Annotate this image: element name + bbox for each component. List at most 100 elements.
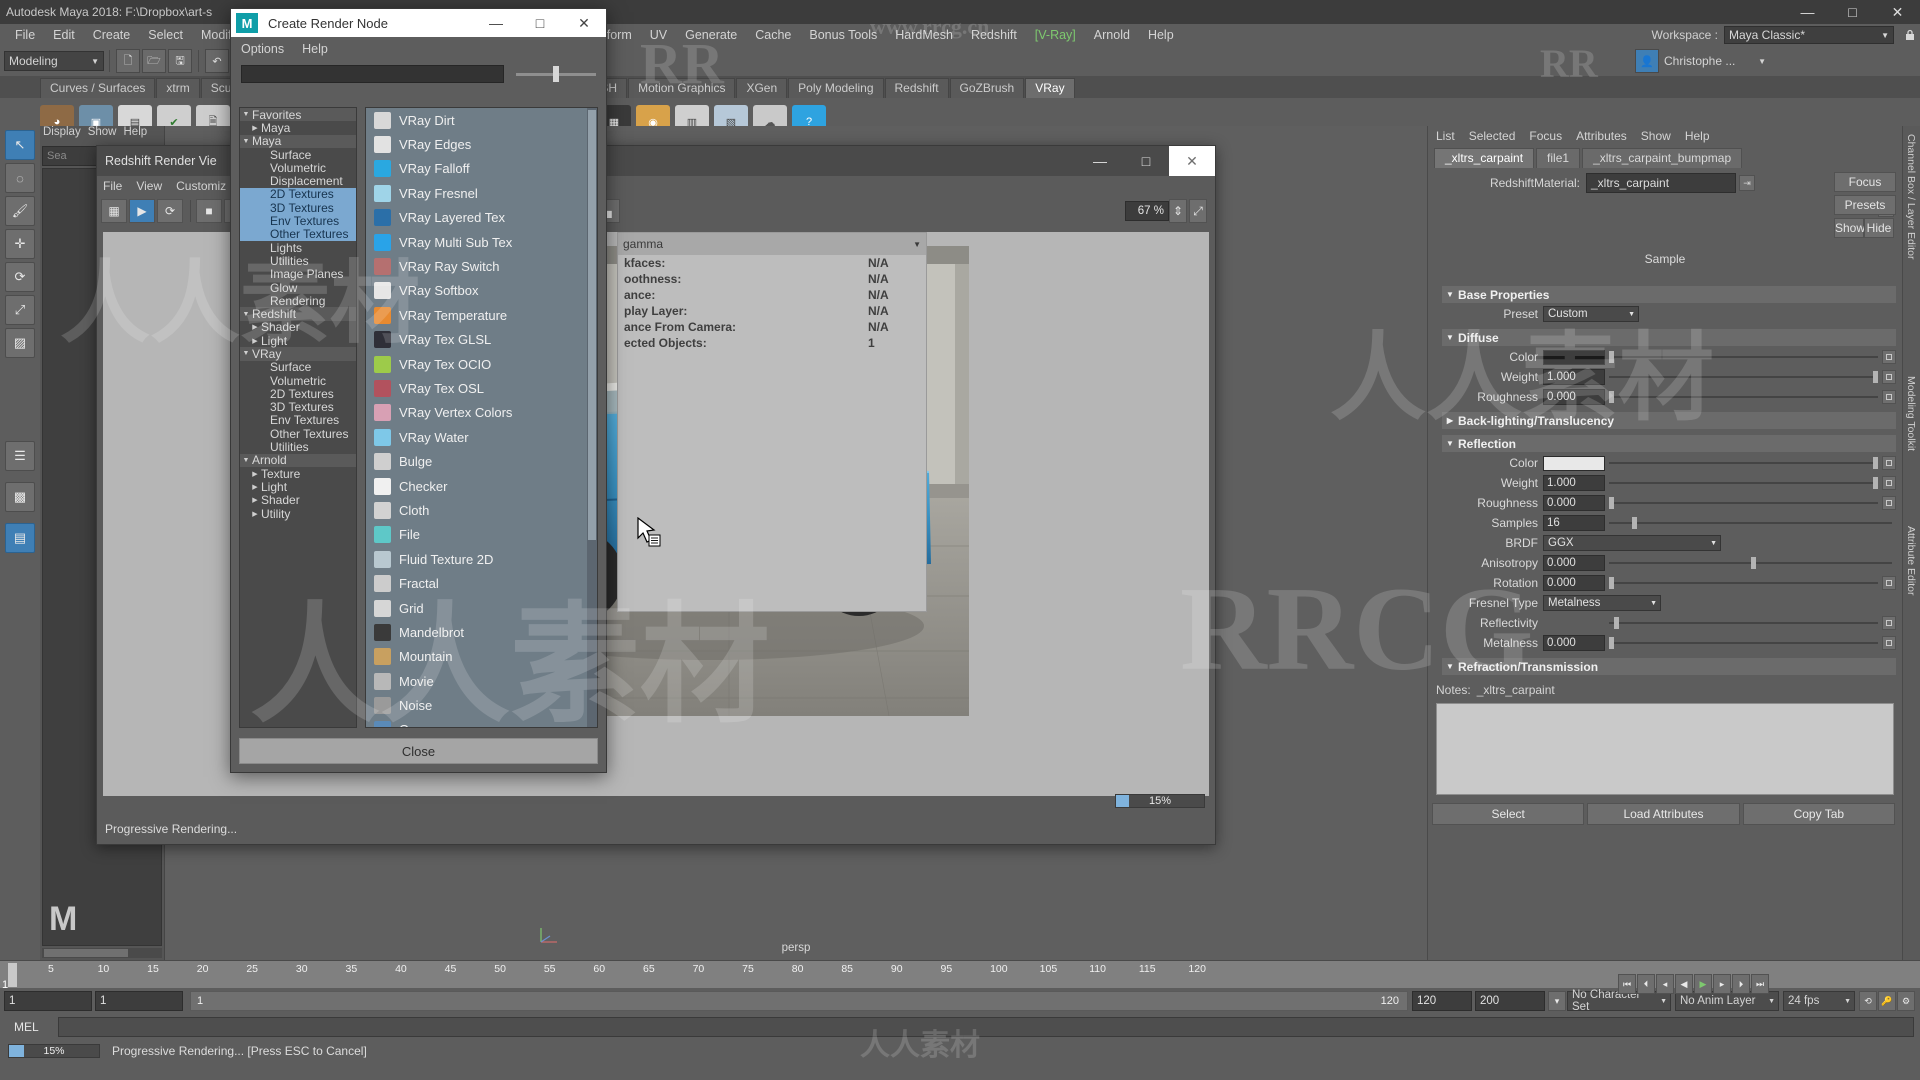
- crn-maximize-button[interactable]: □: [518, 15, 562, 31]
- crn-tree-item[interactable]: Rendering: [240, 294, 356, 307]
- reflection-weight-map-button[interactable]: [1882, 476, 1896, 490]
- fresnel-type-combo[interactable]: Metalness ▼: [1543, 595, 1661, 611]
- crn-tree-item[interactable]: ▼VRay: [240, 347, 356, 360]
- section-base-properties[interactable]: ▼ Base Properties: [1442, 286, 1896, 303]
- shelf-tab-motion-graphics[interactable]: Motion Graphics: [628, 78, 735, 98]
- crn-tree-item[interactable]: ▶Shader: [240, 494, 356, 507]
- menu-item-hardmesh[interactable]: HardMesh: [886, 24, 962, 46]
- crn-search-input[interactable]: [241, 65, 504, 83]
- diffuse-roughness-input[interactable]: 0.000: [1543, 389, 1605, 405]
- diffuse-weight-input[interactable]: 1.000: [1543, 369, 1605, 385]
- menuset-combo[interactable]: Modeling ▼: [4, 51, 104, 71]
- outliner-hscrollbar[interactable]: [42, 948, 162, 958]
- range-end-input[interactable]: 200: [1475, 991, 1545, 1011]
- crn-node-item[interactable]: VRay Edges: [366, 132, 597, 156]
- render-start-icon[interactable]: ▶: [129, 199, 155, 223]
- reflectivity-map-button[interactable]: [1882, 616, 1896, 630]
- crn-tree-item[interactable]: ▼Favorites: [240, 108, 356, 121]
- shelf-tab-poly-modeling[interactable]: Poly Modeling: [788, 78, 883, 98]
- workspace-combo[interactable]: Maya Classic* ▼: [1724, 26, 1894, 44]
- shelf-tab-vray[interactable]: VRay: [1025, 78, 1074, 98]
- section-refraction[interactable]: ▼ Refraction/Transmission: [1442, 658, 1896, 675]
- step-forward-key-button[interactable]: ▸: [1713, 974, 1731, 994]
- crn-tree-item[interactable]: ▶Maya: [240, 121, 356, 134]
- crn-tree-item[interactable]: Surface: [240, 148, 356, 161]
- crn-tree-item[interactable]: Displacement: [240, 174, 356, 187]
- crn-node-item[interactable]: VRay Tex OCIO: [366, 352, 597, 376]
- render-view-close-button[interactable]: ✕: [1169, 146, 1215, 176]
- window-maximize-button[interactable]: □: [1830, 0, 1875, 24]
- render-view-maximize-button[interactable]: □: [1123, 153, 1169, 169]
- crn-node-item[interactable]: Fluid Texture 2D: [366, 547, 597, 571]
- menu-item-help[interactable]: Help: [1139, 24, 1183, 46]
- crn-node-item[interactable]: VRay Layered Tex: [366, 206, 597, 230]
- crn-icon-size-slider[interactable]: [516, 65, 596, 83]
- crn-node-item[interactable]: VRay Falloff: [366, 157, 597, 181]
- crn-tree-item[interactable]: Other Textures: [240, 427, 356, 440]
- crn-node-item[interactable]: VRay Tex GLSL: [366, 328, 597, 352]
- crn-tree-item[interactable]: ▶Texture: [240, 467, 356, 480]
- crn-close-button-bottom[interactable]: Close: [239, 738, 598, 764]
- section-back-lighting[interactable]: ▶ Back-lighting/Translucency: [1442, 412, 1896, 429]
- section-reflection[interactable]: ▼ Reflection: [1442, 435, 1896, 452]
- scale-tool[interactable]: ⤢: [5, 295, 35, 325]
- save-scene-icon[interactable]: 🖫: [168, 49, 192, 73]
- hypershade-toggle[interactable]: ▩: [5, 482, 35, 512]
- crn-node-item[interactable]: Bulge: [366, 449, 597, 473]
- ae-menu-list[interactable]: List: [1436, 129, 1455, 143]
- menu-item-vray[interactable]: [V-Ray]: [1026, 24, 1085, 46]
- render-zoom-input[interactable]: 67 %: [1125, 201, 1169, 221]
- render-refresh-icon[interactable]: ⟳: [157, 199, 183, 223]
- shelf-tab-curves-surfaces[interactable]: Curves / Surfaces: [40, 78, 155, 98]
- crn-tree-item[interactable]: Utilities: [240, 440, 356, 453]
- crn-tree-item[interactable]: ▼Maya: [240, 135, 356, 148]
- render-stop-icon[interactable]: ■: [196, 199, 222, 223]
- crn-node-item[interactable]: VRay Multi Sub Tex: [366, 230, 597, 254]
- diffuse-color-slider[interactable]: [1609, 349, 1878, 365]
- rotate-tool[interactable]: ⟳: [5, 262, 35, 292]
- material-name-input[interactable]: _xltrs_carpaint: [1586, 173, 1736, 193]
- paint-select-tool[interactable]: 🖌: [5, 196, 35, 226]
- reflection-weight-slider[interactable]: [1609, 475, 1878, 491]
- ae-menu-selected[interactable]: Selected: [1469, 129, 1516, 143]
- lock-icon[interactable]: [1900, 25, 1920, 45]
- presets-button[interactable]: Presets: [1834, 195, 1896, 215]
- crn-tree-item[interactable]: ▶Utility: [240, 507, 356, 520]
- outliner-toggle[interactable]: ☰: [5, 441, 35, 471]
- outliner-menu-help[interactable]: Help: [124, 126, 148, 144]
- crn-tree-item[interactable]: Env Textures: [240, 414, 356, 427]
- reflection-color-swatch[interactable]: [1543, 456, 1605, 471]
- crn-tree-item[interactable]: Utilities: [240, 254, 356, 267]
- dock-tab-channel-box[interactable]: Channel Box / Layer Editor: [1905, 134, 1917, 260]
- crn-tree-item[interactable]: Surface: [240, 361, 356, 374]
- menu-item-select[interactable]: Select: [139, 24, 192, 46]
- crn-node-item[interactable]: VRay Dirt: [366, 108, 597, 132]
- new-scene-icon[interactable]: 🗋: [116, 49, 140, 73]
- crn-tree-item[interactable]: ▼Arnold: [240, 454, 356, 467]
- hide-button[interactable]: Hide: [1864, 218, 1894, 238]
- crn-node-item[interactable]: VRay Fresnel: [366, 181, 597, 205]
- reflection-weight-input[interactable]: 1.000: [1543, 475, 1605, 491]
- shelf-tab-redshift[interactable]: Redshift: [885, 78, 949, 98]
- crn-node-item[interactable]: VRay Tex OSL: [366, 376, 597, 400]
- anisotropy-input[interactable]: 0.000: [1543, 555, 1605, 571]
- load-attributes-button[interactable]: Load Attributes: [1587, 803, 1739, 825]
- diffuse-roughness-map-button[interactable]: [1882, 390, 1896, 404]
- anim-prefs-icon[interactable]: ⚙: [1897, 991, 1915, 1011]
- ae-tab-carpaint-bumpmap[interactable]: _xltrs_carpaint_bumpmap: [1582, 148, 1742, 168]
- ae-menu-focus[interactable]: Focus: [1529, 129, 1562, 143]
- anim-start-input[interactable]: 1: [95, 991, 183, 1011]
- step-back-key-button[interactable]: ◂: [1656, 974, 1674, 994]
- crn-tree-item[interactable]: ▶Shader: [240, 321, 356, 334]
- crn-node-item[interactable]: Fractal: [366, 571, 597, 595]
- menu-item-arnold[interactable]: Arnold: [1085, 24, 1139, 46]
- render-view-minimize-button[interactable]: —: [1077, 153, 1123, 169]
- section-diffuse[interactable]: ▼ Diffuse: [1442, 329, 1896, 346]
- preset-combo[interactable]: Custom ▼: [1543, 306, 1639, 322]
- crn-close-button[interactable]: ✕: [562, 15, 606, 32]
- shelf-tab-xgen[interactable]: XGen: [736, 78, 787, 98]
- ae-menu-help[interactable]: Help: [1685, 129, 1710, 143]
- crn-node-item[interactable]: Grid: [366, 596, 597, 620]
- zoom-fit-icon[interactable]: ⤢: [1189, 199, 1207, 223]
- window-minimize-button[interactable]: —: [1785, 0, 1830, 24]
